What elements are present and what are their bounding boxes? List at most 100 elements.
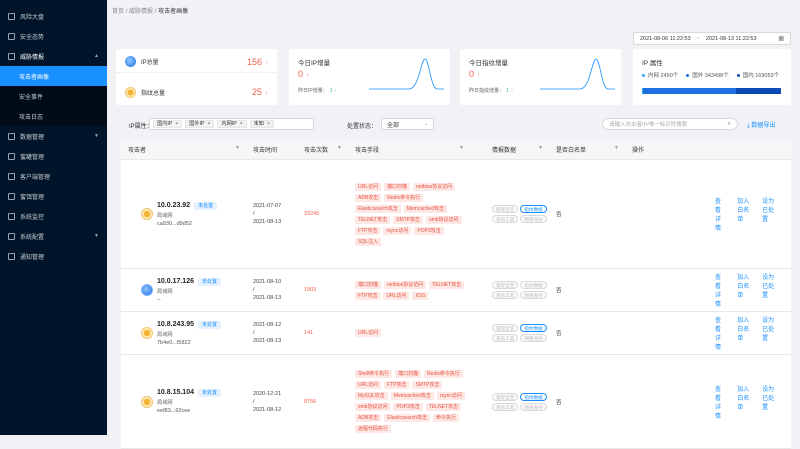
attacker-table: 攻击者 ▼ 攻击时间 攻击次数 ▼ 攻击手段 ▼ 情报数据 ▼ 是否白名单 ▼ 操作 10… xyxy=(121,139,791,449)
breadcrumb-home[interactable]: 首页 xyxy=(112,9,124,15)
add-whitelist-link[interactable]: 加入白名单 xyxy=(737,196,750,232)
sidebar-item-client[interactable]: 客户端管理 xyxy=(0,166,107,186)
ip-attr-card: IP 属性 内网 2450个 国外 343498个 国内 169053个 xyxy=(633,49,791,105)
indicator-total-icon xyxy=(125,86,136,98)
sidebar-item-data-management[interactable]: 数据管理 ▼ xyxy=(0,126,107,146)
sidebar: 风险大盘 安全态势 威胁情报 ▲ 攻击者画像 安全事件 攻击日志 数据管理 ▼ 蜜罐… xyxy=(0,0,107,435)
intel-icon xyxy=(8,52,15,60)
sidebar-item-honeypot[interactable]: 蜜罐管理 xyxy=(0,146,107,166)
view-details-link[interactable]: 查看详情 xyxy=(715,384,725,420)
attack-means-tag: SQL注入 xyxy=(355,237,382,246)
close-icon: × xyxy=(175,120,179,127)
sidebar-item-threat-intel[interactable]: 威胁情报 ▲ xyxy=(0,46,107,66)
breadcrumb-parent[interactable]: 威胁情报 xyxy=(129,9,153,15)
whitelist-status: 否 xyxy=(556,331,562,337)
col-time: 攻击时间 xyxy=(253,147,278,154)
status-select[interactable]: 全部 ⌄ xyxy=(381,118,434,130)
attacker-avatar-icon xyxy=(141,327,153,339)
sidebar-item-attacker-profile[interactable]: 攻击者画像 xyxy=(0,66,107,86)
attack-means-tag: ADB攻击 xyxy=(355,414,382,422)
filter-icon: ▼ xyxy=(538,144,543,151)
ip-attr-filter[interactable]: 国内IP × 国外IP × 内网IP × 未知 × xyxy=(149,118,314,130)
attacker-ip[interactable]: 10.8.15.104 xyxy=(157,389,194,396)
ip-attr-legend: 内网 2450个 国外 343498个 国内 169053个 xyxy=(642,71,779,79)
intel-tag[interactable]: 指纹数据 xyxy=(520,205,547,213)
attack-means-tag: rsync访问 xyxy=(436,392,465,400)
sidebar-item-risk-dashboard[interactable]: 风险大盘 xyxy=(0,6,107,26)
sidebar-item-notification[interactable]: 通知管理 xyxy=(0,246,107,266)
col-whitelist[interactable]: 是否白名单 ▼ xyxy=(549,145,625,154)
ip-attr-bar xyxy=(642,88,781,94)
row-actions: 查看详情 加入白名单 设为已处置 xyxy=(625,196,775,232)
sidebar-item-bait[interactable]: 蜜饵管理 xyxy=(0,186,107,206)
col-attacker[interactable]: 攻击者 ▼ xyxy=(121,145,246,154)
attacker-avatar-icon xyxy=(141,208,153,220)
view-details-link[interactable]: 查看详情 xyxy=(715,196,725,232)
sidebar-item-security-posture[interactable]: 安全态势 xyxy=(0,26,107,46)
mark-handled-link[interactable]: 设为已处置 xyxy=(762,196,775,232)
row-actions: 查看详情 加入白名单 设为已处置 xyxy=(625,384,775,420)
attack-time: 2021-08-10/2021-08-13 xyxy=(253,279,282,301)
attack-means-tag: 命令执行 xyxy=(433,414,460,422)
filter-tag[interactable]: 未知 × xyxy=(249,120,274,128)
add-whitelist-link[interactable]: 加入白名单 xyxy=(737,315,750,351)
legend-foreign: 国外 343498个 xyxy=(686,71,729,79)
col-count[interactable]: 攻击次数 ▼ xyxy=(297,145,348,154)
intel-tag[interactable]: 指纹数据 xyxy=(520,392,547,401)
attack-means-tag: URL访问 xyxy=(383,291,410,300)
intel-data: 盛际全空 指纹数据 攻击工具 网络身份 xyxy=(470,324,549,342)
view-details-link[interactable]: 查看详情 xyxy=(715,315,725,351)
mark-handled-link[interactable]: 设为已处置 xyxy=(762,315,775,351)
attack-means-tag: netbios协议访问 xyxy=(413,182,456,191)
filter-tag[interactable]: 国内IP × xyxy=(153,120,183,128)
mark-handled-link[interactable]: 设为已处置 xyxy=(762,384,775,420)
status-badge: 未处置 xyxy=(197,389,221,397)
attacker-ip[interactable]: 10.0.23.92 xyxy=(157,202,190,209)
attack-means-tag: smb协议访问 xyxy=(426,215,462,224)
date-end: 2021-08-13 11:22:53 xyxy=(705,35,757,42)
sidebar-item-attack-logs[interactable]: 攻击日志 xyxy=(0,106,107,126)
attack-means-tag: TELNET攻击 xyxy=(429,280,465,289)
sidebar-item-security-events[interactable]: 安全事件 xyxy=(0,86,107,106)
sidebar-item-system-config[interactable]: 系统配置 ▼ xyxy=(0,226,107,246)
ip-attr-bar-segment xyxy=(735,88,781,94)
search-input[interactable]: 请输入攻击者IP/唯一标识符搜索 ⌕ xyxy=(602,118,738,130)
sidebar-item-system-monitor[interactable]: 系统监控 xyxy=(0,206,107,226)
attacker-ip[interactable]: 10.0.17.126 xyxy=(157,278,194,285)
chevron-down-icon: ▼ xyxy=(94,233,99,239)
add-whitelist-link[interactable]: 加入白名单 xyxy=(737,384,750,420)
attack-means-tag: Elasticsearch攻击 xyxy=(384,414,431,422)
mark-handled-link[interactable]: 设为已处置 xyxy=(762,272,775,308)
export-button[interactable]: ⤓ 数据导出 xyxy=(747,120,775,130)
gear-icon xyxy=(8,232,15,240)
attack-count: 33245 xyxy=(304,211,320,217)
attack-means-tag: SMTP攻击 xyxy=(393,215,424,224)
col-means[interactable]: 攻击手段 ▼ xyxy=(348,145,470,154)
attack-means-tag: XSS xyxy=(412,291,429,300)
col-intel[interactable]: 情报数据 ▼ xyxy=(470,145,549,154)
view-details-link[interactable]: 查看详情 xyxy=(715,272,725,308)
indicator-total-row: 指纹总量 25 ↑ xyxy=(116,81,277,103)
network-type: 局域网 xyxy=(157,331,173,338)
add-whitelist-link[interactable]: 加入白名单 xyxy=(737,272,750,308)
intel-tag: 攻击工具 xyxy=(492,291,519,299)
attack-means-tag: TELNET攻击 xyxy=(425,403,461,411)
attacker-cell: 10.8.15.104 未处置 局域网 eef83...62cee xyxy=(121,389,246,414)
close-icon: × xyxy=(267,120,270,127)
filter-tag[interactable]: 内网IP × xyxy=(217,120,247,128)
attack-means-tag: FTP攻击 xyxy=(355,226,381,235)
intel-tag: 攻击工具 xyxy=(492,215,519,223)
totals-card: IP总量 156 ↑ 指纹总量 25 ↑ xyxy=(116,49,277,105)
intel-tag[interactable]: 指纹数据 xyxy=(520,324,547,332)
intel-tag: 网络身份 xyxy=(520,291,547,299)
attacker-ip[interactable]: 10.8.243.95 xyxy=(157,321,194,328)
attack-means-tag: POP3攻击 xyxy=(393,403,423,411)
legend-intranet: 内网 2450个 xyxy=(642,71,678,79)
date-range-picker[interactable]: 2021-08-06 11:22:53 ~ 2021-08-13 11:22:5… xyxy=(633,32,791,45)
row-actions: 查看详情 加入白名单 设为已处置 xyxy=(625,272,775,308)
filter-icon: ▼ xyxy=(337,144,342,151)
daily-fp-yesterday: 昨日指纹增量： 1 ↑ xyxy=(469,88,514,94)
filter-tag[interactable]: 国外IP × xyxy=(185,120,215,128)
attack-means-tag: URL访问 xyxy=(355,182,382,191)
attack-count: 8756 xyxy=(304,398,317,405)
